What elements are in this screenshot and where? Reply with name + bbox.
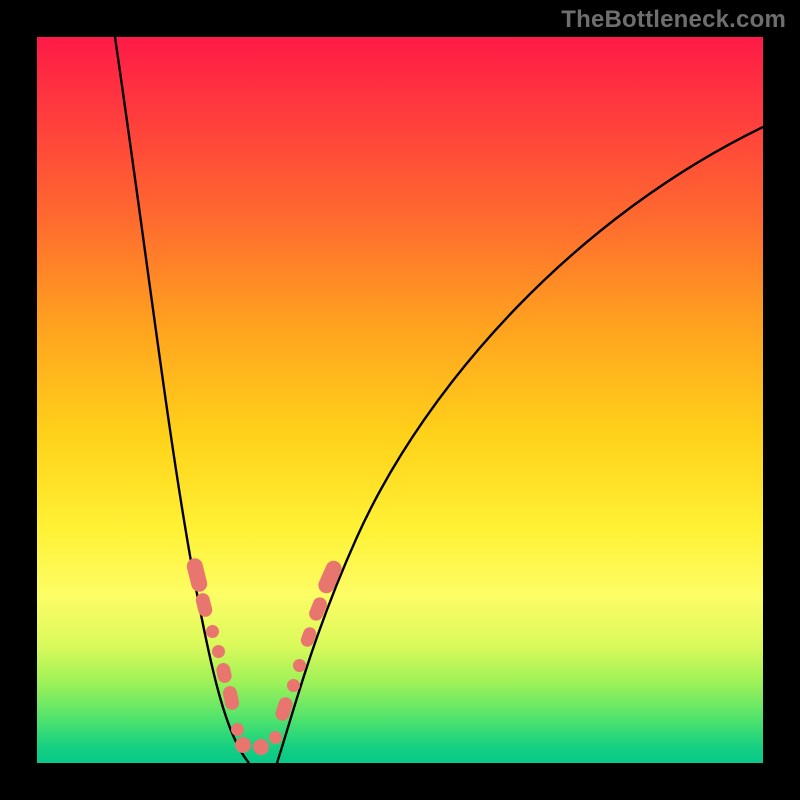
- data-marker: [212, 645, 225, 658]
- data-marker: [235, 737, 251, 753]
- data-marker: [231, 723, 244, 736]
- chart-stage: TheBottleneck.com: [0, 0, 800, 800]
- watermark-text: TheBottleneck.com: [561, 6, 786, 34]
- data-marker: [206, 625, 219, 638]
- data-marker: [287, 679, 300, 692]
- data-marker: [253, 739, 269, 755]
- plot-area: [37, 37, 763, 763]
- right-curve: [277, 127, 763, 763]
- data-marker: [269, 731, 282, 744]
- data-marker: [293, 659, 306, 672]
- curve-layer: [37, 37, 763, 763]
- left-curve: [115, 37, 249, 763]
